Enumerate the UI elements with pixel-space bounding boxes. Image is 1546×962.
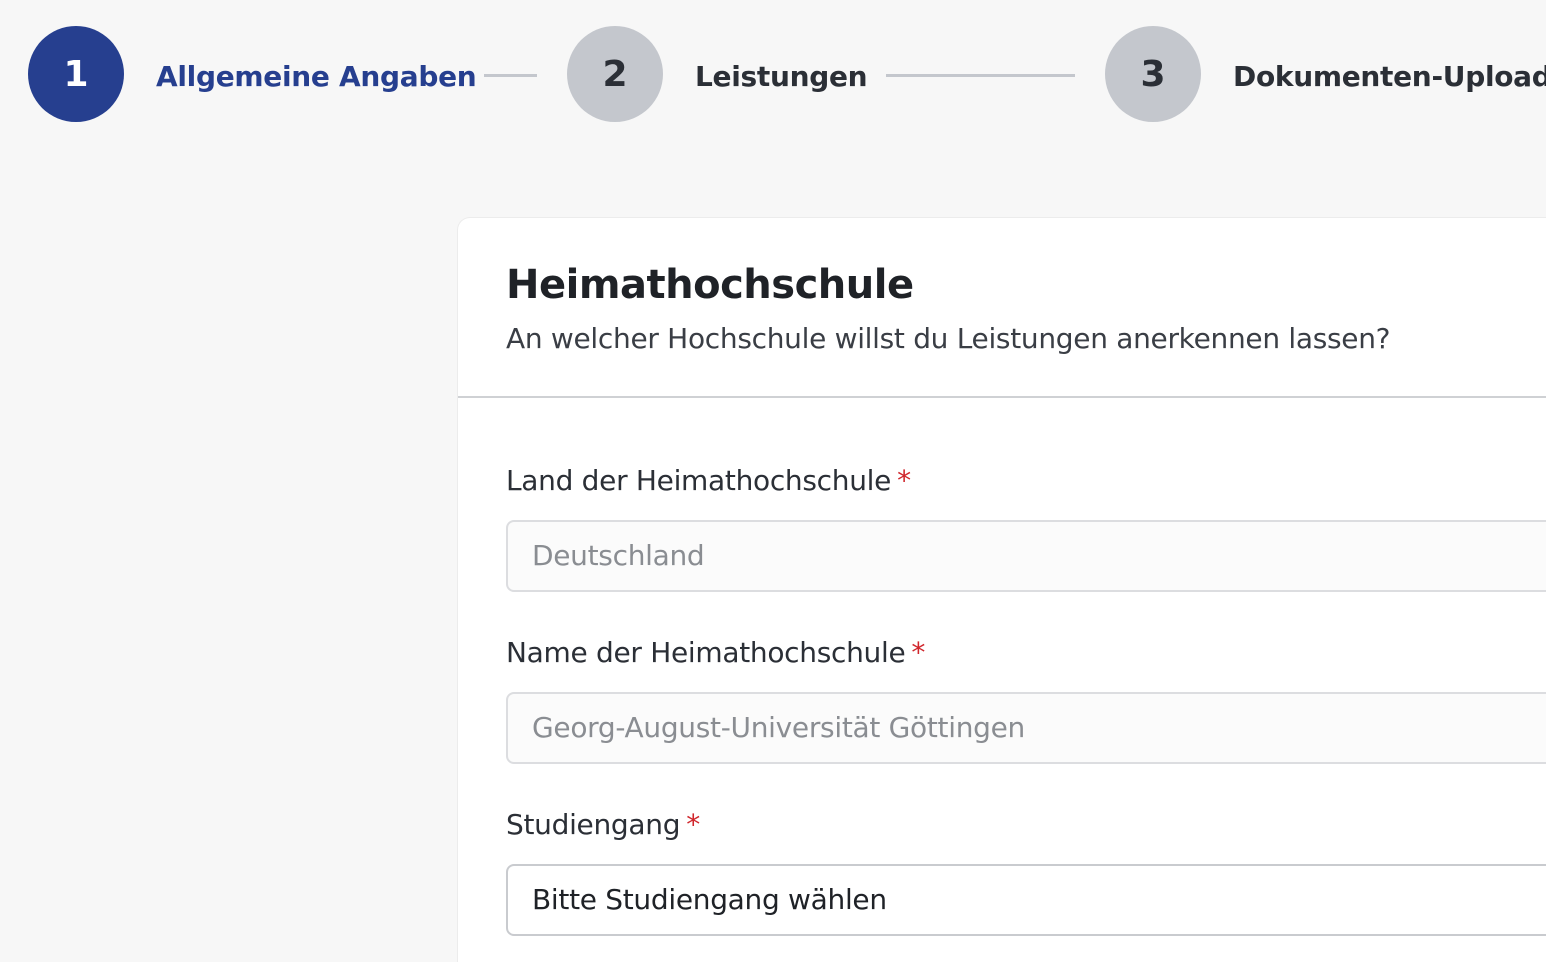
required-indicator: * (897, 464, 911, 497)
step-connector-1 (484, 74, 537, 77)
step-connector-2 (886, 74, 1075, 77)
card-subtitle: An welcher Hochschule willst du Leistung… (506, 322, 1391, 355)
university-value: Georg-August-Universität Göttingen (532, 711, 1025, 744)
step-1-indicator[interactable]: 1 (28, 26, 124, 122)
program-select[interactable]: Bitte Studiengang wählen (506, 864, 1546, 936)
step-1-label[interactable]: Allgemeine Angaben (156, 56, 477, 98)
country-field[interactable]: Deutschland (506, 520, 1546, 592)
required-indicator: * (686, 808, 700, 841)
form-card: Heimathochschule An welcher Hochschule w… (458, 218, 1546, 962)
country-label: Land der Heimathochschule * (506, 464, 911, 497)
step-2-indicator[interactable]: 2 (567, 26, 663, 122)
card-header: Heimathochschule An welcher Hochschule w… (458, 218, 1546, 398)
program-label: Studiengang * (506, 808, 700, 841)
country-value: Deutschland (532, 539, 705, 572)
program-select-value: Bitte Studiengang wählen (532, 883, 887, 916)
page: 1 Allgemeine Angaben 2 Leistungen 3 Doku… (0, 0, 1546, 962)
step-1-number: 1 (63, 53, 89, 95)
university-label-text: Name der Heimathochschule (506, 636, 906, 669)
required-indicator: * (911, 636, 926, 669)
university-field[interactable]: Georg-August-Universität Göttingen (506, 692, 1546, 764)
program-label-text: Studiengang (506, 808, 681, 841)
card-title: Heimathochschule (506, 262, 914, 308)
step-3-number: 3 (1140, 53, 1166, 95)
country-label-text: Land der Heimathochschule (506, 464, 892, 497)
step-2-label[interactable]: Leistungen (695, 56, 868, 98)
step-2-number: 2 (602, 53, 628, 95)
university-label: Name der Heimathochschule * (506, 636, 925, 669)
step-3-label[interactable]: Dokumenten-Upload (1233, 56, 1546, 98)
progress-stepper: 1 Allgemeine Angaben 2 Leistungen 3 Doku… (0, 0, 1546, 150)
step-3-indicator[interactable]: 3 (1105, 26, 1201, 122)
